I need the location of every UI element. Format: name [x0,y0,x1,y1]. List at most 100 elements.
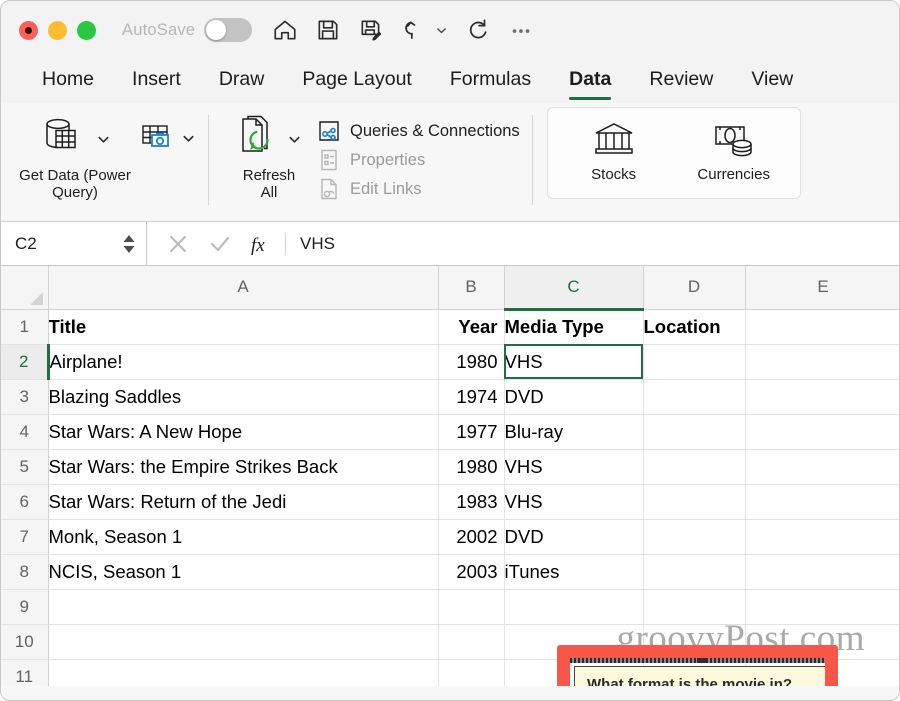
formula-input[interactable]: VHS [298,222,335,265]
cell-e8[interactable] [745,554,899,590]
row-header[interactable]: 9 [1,589,49,625]
cell-e9[interactable] [745,589,899,625]
minimize-button[interactable] [48,20,67,40]
chevron-down-icon[interactable] [96,132,111,147]
cell-a6[interactable]: Star Wars: Return of the Jedi [48,484,439,520]
cell-a3[interactable]: Blazing Saddles [48,379,439,415]
name-box-spinner[interactable] [122,234,136,254]
cell-a5[interactable]: Star Wars: the Empire Strikes Back [48,449,439,485]
row-header[interactable]: 1 [1,309,49,345]
cell-e4[interactable] [745,414,899,450]
cell-b9[interactable] [438,589,505,625]
tab-review[interactable]: Review [630,64,732,98]
cell-e6[interactable] [745,484,899,520]
name-box[interactable]: C2 [1,222,147,265]
tab-view[interactable]: View [732,64,812,98]
cell-e1[interactable] [745,309,899,345]
tab-home[interactable]: Home [23,64,113,98]
cell-e3[interactable] [745,379,899,415]
refresh-all-button[interactable]: Refresh All [221,111,317,202]
column-header-c[interactable]: C [504,266,644,311]
save-icon[interactable] [315,17,341,43]
cell-c6[interactable]: VHS [504,484,644,520]
row-header[interactable]: 6 [1,484,49,520]
cell-b10[interactable] [438,624,505,660]
cell-a9[interactable] [48,589,439,625]
row-header[interactable]: 11 [1,659,49,686]
cell-d2[interactable] [643,344,746,380]
enter-button[interactable] [199,233,241,255]
currencies-button[interactable]: Currencies [674,114,794,183]
cell-comment[interactable]: What format is the movie in? We have eve… [574,666,829,686]
redo-icon[interactable] [465,17,491,43]
close-button[interactable] [19,20,38,40]
cell-e5[interactable] [745,449,899,485]
more-icon[interactable] [508,17,534,43]
cell-c4[interactable]: Blu-ray [504,414,644,450]
cell-d9[interactable] [643,589,746,625]
cell-a7[interactable]: Monk, Season 1 [48,519,439,555]
column-header-d[interactable]: D [643,266,746,310]
cell-e2[interactable] [745,344,899,380]
cell-b5[interactable]: 1980 [438,449,505,485]
cell-d1[interactable]: Location [643,309,746,345]
save-as-icon[interactable] [358,17,384,43]
cell-a1[interactable]: Title [48,309,439,345]
cell-e7[interactable] [745,519,899,555]
get-data-button[interactable]: Get Data (Power Query) [11,111,139,202]
zoom-button[interactable] [77,20,96,40]
cell-b6[interactable]: 1983 [438,484,505,520]
cell-b2[interactable]: 1980 [438,344,505,380]
cell-b7[interactable]: 2002 [438,519,505,555]
cell-a10[interactable] [48,624,439,660]
from-picture-button[interactable] [139,111,196,157]
insert-function-button[interactable]: fx [241,232,283,256]
cell-d8[interactable] [643,554,746,590]
cell-c8[interactable]: iTunes [504,554,644,590]
chevron-down-icon[interactable] [181,131,196,146]
cell-b3[interactable]: 1974 [438,379,505,415]
cell-b4[interactable]: 1977 [438,414,505,450]
cell-c7[interactable]: DVD [504,519,644,555]
row-header[interactable]: 7 [1,519,49,555]
cell-d7[interactable] [643,519,746,555]
stocks-button[interactable]: Stocks [554,114,674,183]
properties-button[interactable]: Properties [317,148,520,172]
cell-d3[interactable] [643,379,746,415]
row-header[interactable]: 8 [1,554,49,590]
cell-a8[interactable]: NCIS, Season 1 [48,554,439,590]
comment-selection-top-band[interactable] [570,654,838,663]
column-header-a[interactable]: A [48,266,439,310]
cell-d4[interactable] [643,414,746,450]
chevron-down-icon[interactable] [287,132,302,147]
cell-a4[interactable]: Star Wars: A New Hope [48,414,439,450]
cell-c3[interactable]: DVD [504,379,644,415]
cell-a2[interactable]: Airplane! [48,344,439,380]
cell-c2[interactable]: VHS [504,344,644,380]
autosave-toggle[interactable] [204,18,253,42]
home-icon[interactable] [272,17,298,43]
tab-draw[interactable]: Draw [200,64,284,98]
row-header[interactable]: 10 [1,624,49,660]
tab-formulas[interactable]: Formulas [431,64,550,98]
cell-d6[interactable] [643,484,746,520]
cell-d5[interactable] [643,449,746,485]
cell-c1[interactable]: Media Type [504,309,644,345]
column-header-e[interactable]: E [745,266,899,310]
select-all-corner[interactable] [1,266,49,310]
queries-and-connections-button[interactable]: Queries & Connections [317,119,520,143]
cell-b8[interactable]: 2003 [438,554,505,590]
tab-data[interactable]: Data [550,64,630,100]
row-header[interactable]: 4 [1,414,49,450]
tab-page-layout[interactable]: Page Layout [283,64,431,98]
row-header[interactable]: 3 [1,379,49,415]
cell-a11[interactable] [48,659,439,686]
comment-resize-handle[interactable] [697,654,706,663]
cell-b11[interactable] [438,659,505,686]
undo-icon[interactable] [401,17,427,43]
cell-c5[interactable]: VHS [504,449,644,485]
row-header[interactable]: 2 [1,344,50,380]
column-header-b[interactable]: B [438,266,505,310]
tab-insert[interactable]: Insert [113,64,200,98]
cancel-button[interactable] [157,233,199,255]
